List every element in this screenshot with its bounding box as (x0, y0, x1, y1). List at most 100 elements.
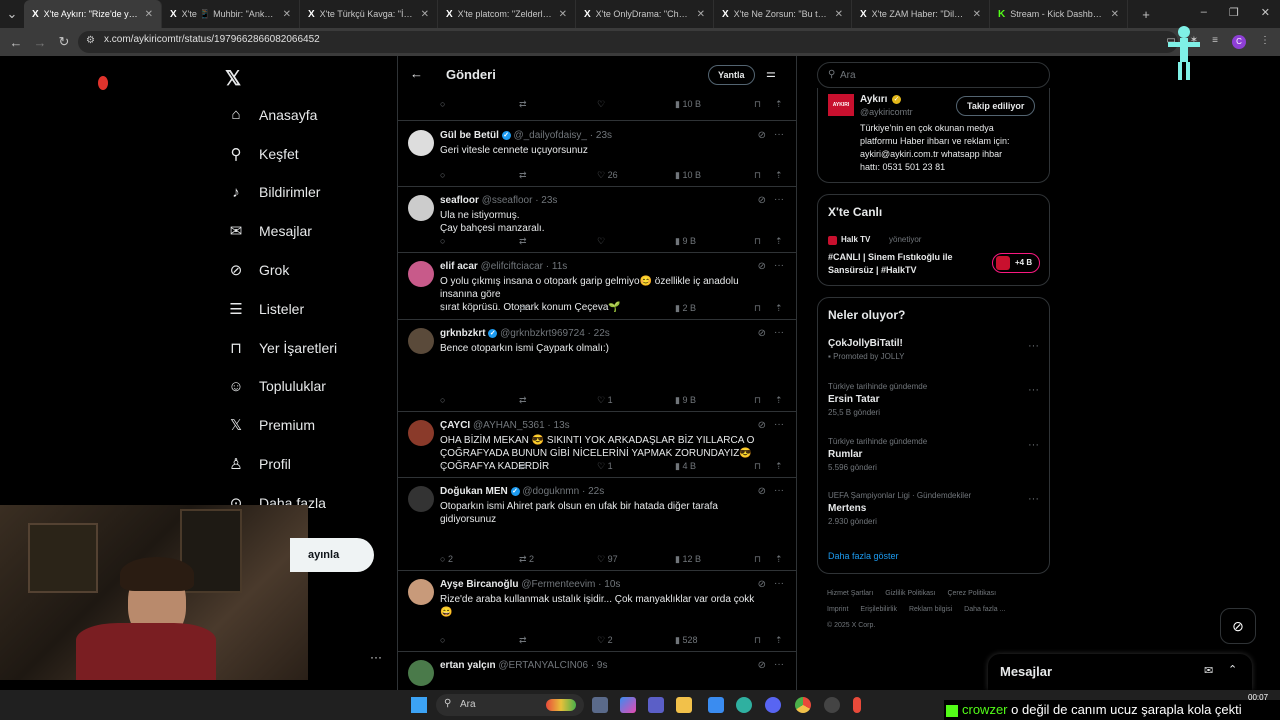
footer-link[interactable]: © 2025 X Corp. (827, 622, 875, 629)
nav-item-7[interactable]: ☺ Topluluklar (227, 378, 326, 395)
minimize-icon[interactable]: – (1201, 6, 1207, 19)
tab-list-icon[interactable]: ⌄ (0, 6, 24, 22)
share-icon[interactable]: ⇡ (775, 170, 783, 181)
like-icon[interactable]: ♡ 1 (597, 461, 613, 472)
reply-icon[interactable]: ○ (440, 395, 445, 405)
nav-item-0[interactable]: ⌂ Anasayfa (227, 106, 317, 123)
nav-item-4[interactable]: ⊘ Grok (227, 261, 290, 279)
views-icon[interactable]: ▮ 10 B (675, 170, 701, 181)
obs-icon[interactable] (824, 697, 840, 713)
post-button[interactable]: ayınla (290, 538, 374, 572)
views-icon[interactable]: ▮ 9 B (675, 395, 696, 406)
windows-start-icon[interactable] (411, 697, 427, 713)
grok-icon[interactable]: ⊘ (758, 660, 766, 671)
file-explorer-icon[interactable] (676, 697, 692, 713)
menu-kebab-icon[interactable]: ⋮ (1260, 35, 1270, 49)
close-tab-icon[interactable]: ✕ (283, 9, 291, 20)
x-logo-icon[interactable]: 𝕏 (225, 66, 241, 91)
grok-icon[interactable]: ⊘ (758, 261, 766, 272)
avatar[interactable] (408, 420, 434, 446)
reply-tweet[interactable]: seafloor @sseafloor · 23s ⊘ ··· Ula ne isti… (398, 187, 796, 253)
more-icon[interactable]: ··· (1028, 340, 1039, 352)
bookmark-icon[interactable]: ⊓ (754, 461, 761, 472)
grok-icon[interactable]: ⊘ (758, 579, 766, 590)
reply-icon[interactable]: ○ (440, 461, 445, 471)
close-window-icon[interactable]: ✕ (1261, 6, 1270, 19)
expand-icon[interactable]: ⌃ (1228, 663, 1237, 676)
footer-link[interactable]: Reklam bilgisi (909, 606, 952, 613)
reply-tweet[interactable]: elif acar @elifciftciacar · 11s ⊘ ··· O yol… (398, 253, 796, 320)
messages-drawer[interactable]: Mesajlar ✉ ⌃ (988, 654, 1252, 690)
share-icon[interactable]: ⇡ (775, 554, 783, 565)
more-icon[interactable]: ··· (774, 659, 784, 670)
views-icon[interactable]: ▮ 4 B (675, 461, 696, 472)
more-icon[interactable]: ··· (774, 485, 784, 496)
close-tab-icon[interactable]: ✕ (145, 9, 153, 20)
back-icon[interactable]: ← (4, 35, 28, 50)
like-icon[interactable]: ♡ (597, 99, 605, 110)
reply-tweet[interactable]: Gül be Betül ✓ @_dailyofdaisy_ · 23s ⊘ ···… (398, 122, 796, 187)
avatar[interactable] (408, 328, 434, 354)
playlist-icon[interactable]: ≡ (1212, 35, 1218, 49)
share-icon[interactable]: ⇡ (775, 99, 783, 110)
footer-link[interactable]: Çerez Politikası (947, 590, 996, 597)
browser-tab[interactable]: X X'te platcom: "Zelderler, i ✕ (438, 0, 576, 28)
repost-icon[interactable]: ⇄ (519, 461, 527, 472)
account-more-icon[interactable]: ··· (370, 650, 382, 664)
bookmark-icon[interactable]: ⊓ (754, 554, 761, 565)
avatar[interactable] (408, 579, 434, 605)
more-icon[interactable]: ··· (774, 578, 784, 589)
site-info-icon[interactable]: ⚙ (86, 35, 95, 46)
reply-tweet[interactable]: Ayşe Bircanoğlu @Fermenteevim · 10s ⊘ ··· R… (398, 571, 796, 652)
nav-item-9[interactable]: ♙ Profil (227, 455, 291, 473)
reply-icon[interactable]: ○ 2 (440, 554, 453, 564)
repost-icon[interactable]: ⇄ (519, 303, 527, 314)
close-tab-icon[interactable]: ✕ (1111, 9, 1119, 20)
like-icon[interactable]: ♡ 2 (597, 635, 613, 646)
like-icon[interactable]: ♡ 26 (597, 170, 618, 181)
more-icon[interactable]: ··· (1028, 493, 1039, 505)
bookmark-icon[interactable]: ⊓ (754, 635, 761, 646)
more-icon[interactable]: ··· (774, 194, 784, 205)
reply-icon[interactable]: ○ (440, 170, 445, 180)
copilot-icon[interactable] (620, 697, 636, 713)
close-tab-icon[interactable]: ✕ (421, 9, 429, 20)
sliders-icon[interactable]: ⚌ (766, 67, 776, 80)
footer-link[interactable]: Daha fazla ... (964, 606, 1005, 613)
edge-icon[interactable] (736, 697, 752, 713)
tweet-author[interactable]: Doğukan MEN ✓ @doguknmn · 22s (440, 486, 604, 497)
profile-name[interactable]: Aykırı (860, 94, 887, 105)
forward-icon[interactable]: → (28, 35, 52, 50)
search-input[interactable]: ⚲ Ara (817, 62, 1050, 88)
bookmark-icon[interactable]: ⊓ (754, 395, 761, 406)
store-icon[interactable] (708, 697, 724, 713)
avatar[interactable] (408, 195, 434, 221)
avatar[interactable] (408, 261, 434, 287)
grok-icon[interactable]: ⊘ (758, 486, 766, 497)
live-text[interactable]: #CANLI | Sinem Fıstıkoğlu ile Sansürsüz |… (828, 251, 953, 277)
footer-link[interactable]: Gizlilik Politikası (885, 590, 935, 597)
close-tab-icon[interactable]: ✕ (835, 9, 843, 20)
repost-icon[interactable]: ⇄ (519, 170, 527, 181)
views-icon[interactable]: ▮ 12 B (675, 554, 701, 565)
more-icon[interactable]: ··· (1028, 439, 1039, 451)
nav-item-5[interactable]: ☰ Listeler (227, 300, 304, 318)
like-icon[interactable]: ♡ (597, 236, 605, 247)
browser-tab[interactable]: X X'te Aykırı: "Rize'de yapıla ✕ (24, 0, 162, 28)
reply-tweet[interactable]: grknbzkrt ✓ @grknbzkrt969724 · 22s ⊘ ··· Be… (398, 320, 796, 412)
browser-tab[interactable]: X X'te 📱 Muhbir: "Ankara' ✕ (162, 0, 300, 28)
more-icon[interactable]: ··· (1028, 384, 1039, 396)
nav-item-1[interactable]: ⚲ Keşfet (227, 145, 299, 163)
teams-icon[interactable] (648, 697, 664, 713)
taskbar-search[interactable]: ⚲ Ara (436, 694, 584, 716)
reload-icon[interactable]: ↻ (52, 34, 76, 50)
like-icon[interactable]: ♡ (597, 303, 605, 314)
nav-item-2[interactable]: ♪ Bildirimler (227, 184, 320, 201)
close-tab-icon[interactable]: ✕ (697, 9, 705, 20)
footer-link[interactable]: Hizmet Şartları (827, 590, 873, 597)
footer-link[interactable]: Imprint (827, 606, 848, 613)
nav-item-6[interactable]: ⊓ Yer İşaretleri (227, 339, 337, 357)
avatar[interactable] (408, 130, 434, 156)
tweet-author[interactable]: ÇAYCI @AYHAN_5361 · 13s (440, 420, 570, 431)
avatar[interactable] (408, 486, 434, 512)
